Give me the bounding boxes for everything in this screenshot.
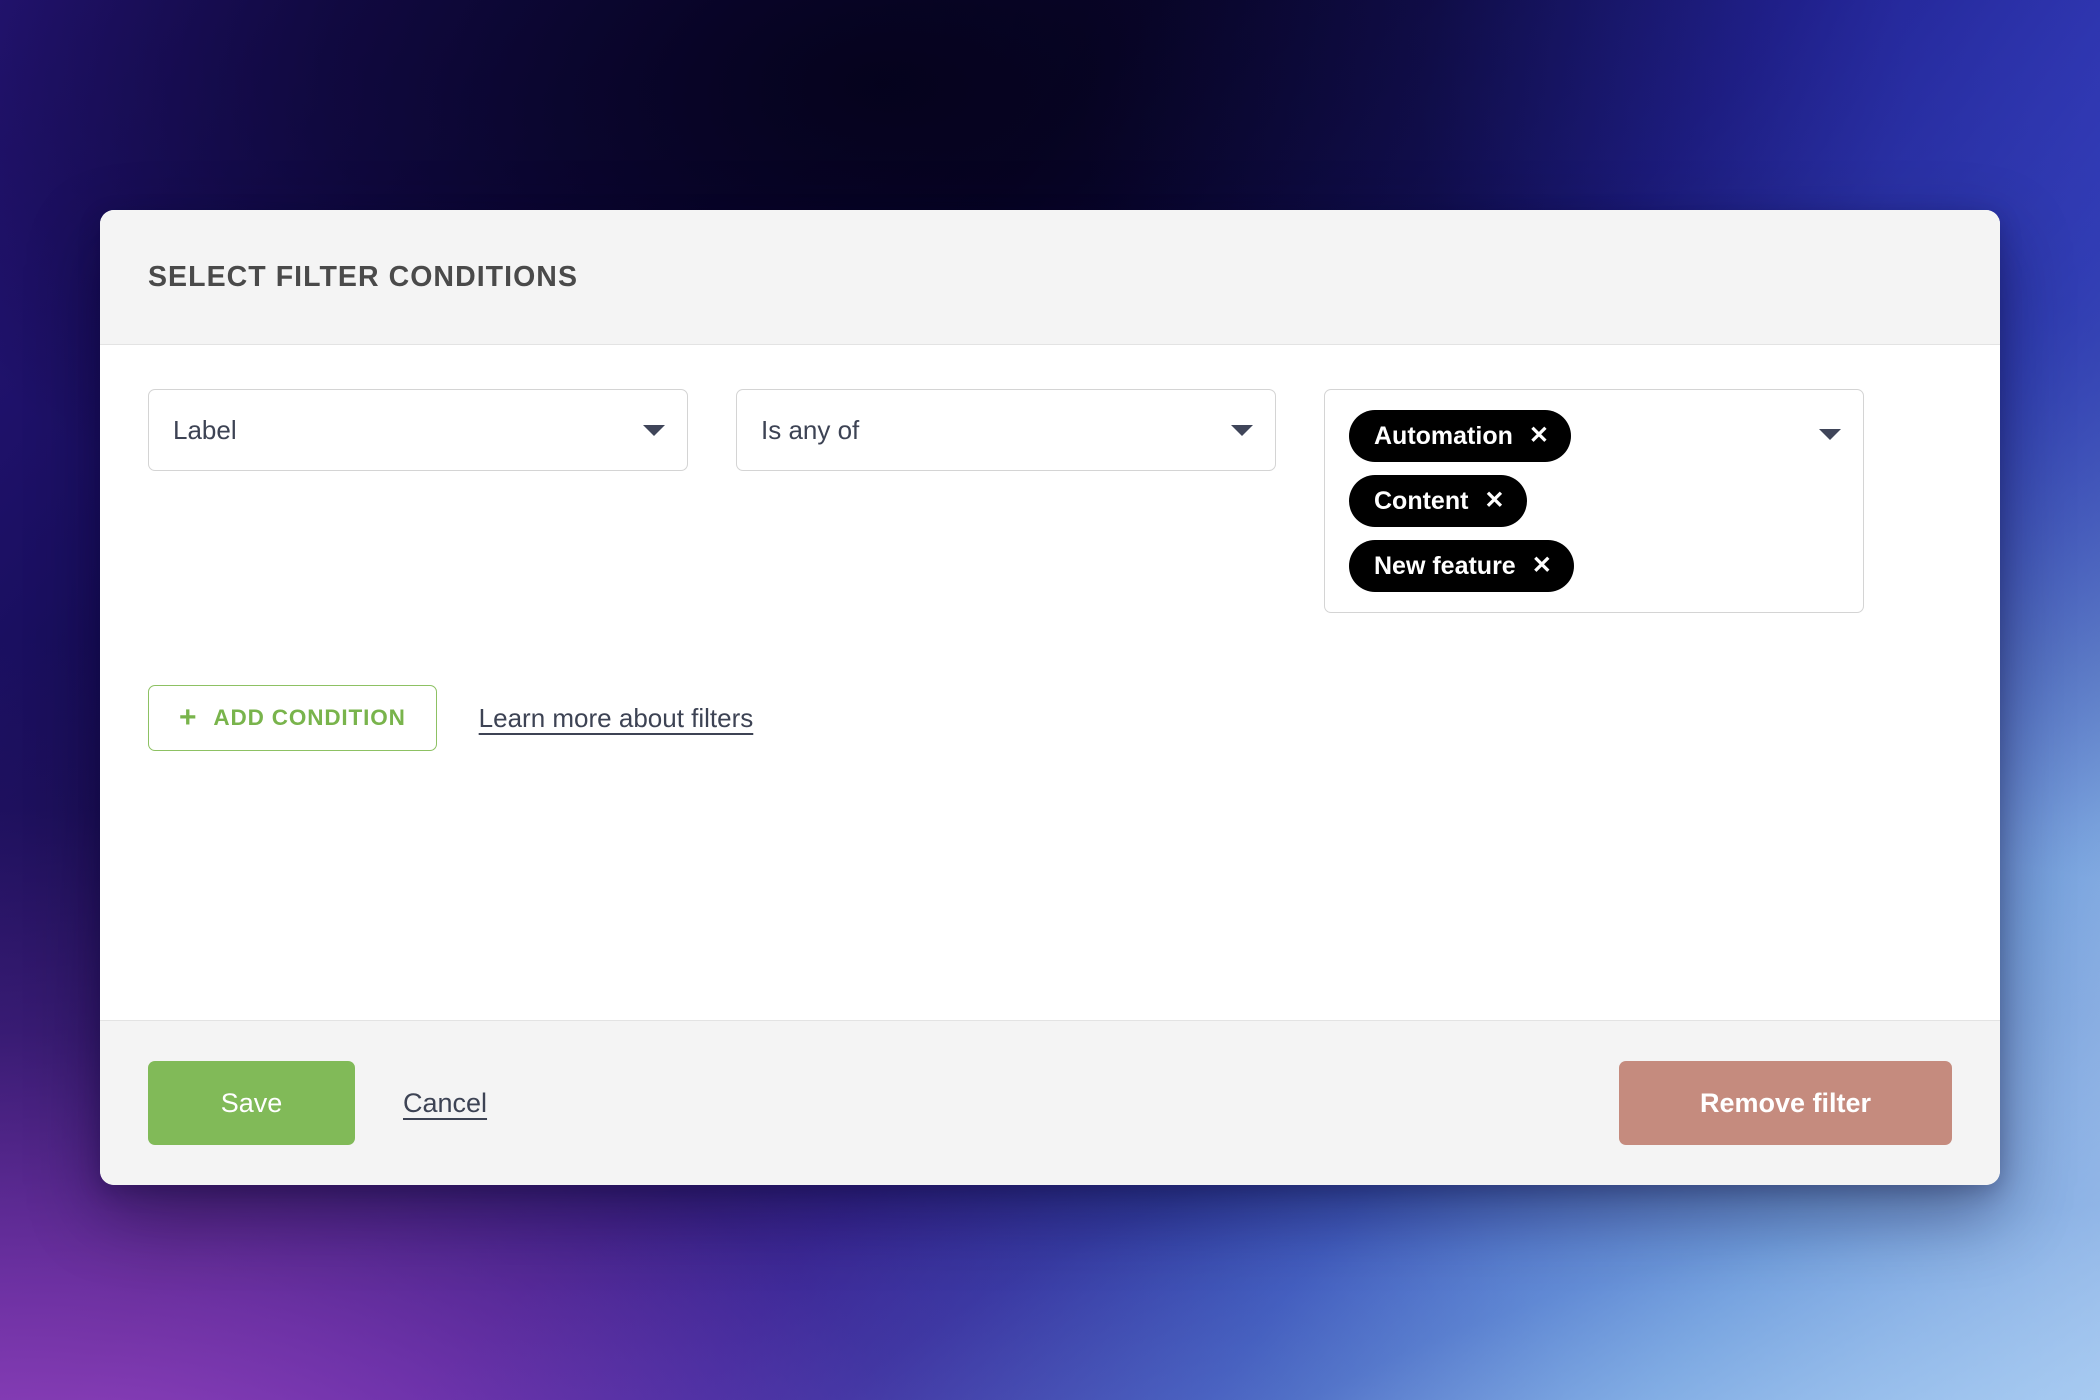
close-icon[interactable]: ✕: [1532, 554, 1552, 578]
filter-condition-row: Label Is any of Automation ✕ Content ✕ N…: [148, 389, 1952, 613]
list-item[interactable]: Content ✕: [1349, 475, 1527, 527]
filter-conditions-dialog: SELECT FILTER CONDITIONS Label Is any of…: [100, 210, 2000, 1185]
learn-more-about-filters-link[interactable]: Learn more about filters: [479, 703, 754, 734]
close-icon[interactable]: ✕: [1484, 489, 1504, 513]
remove-filter-button[interactable]: Remove filter: [1619, 1061, 1952, 1145]
dialog-footer: Save Cancel Remove filter: [100, 1020, 2000, 1185]
condition-actions: + ADD CONDITION Learn more about filters: [148, 685, 1952, 751]
chevron-down-icon: [643, 424, 665, 436]
filter-attribute-value: Label: [173, 414, 237, 445]
selected-tag-list: Automation ✕ Content ✕ New feature ✕: [1349, 410, 1805, 592]
dialog-header: SELECT FILTER CONDITIONS: [100, 210, 2000, 345]
list-item[interactable]: New feature ✕: [1349, 540, 1574, 592]
cancel-link[interactable]: Cancel: [403, 1088, 487, 1119]
dialog-body: Label Is any of Automation ✕ Content ✕ N…: [100, 345, 2000, 1020]
list-item[interactable]: Automation ✕: [1349, 410, 1571, 462]
close-icon[interactable]: ✕: [1529, 424, 1549, 448]
filter-operator-value: Is any of: [761, 414, 860, 445]
add-condition-button[interactable]: + ADD CONDITION: [148, 685, 437, 751]
filter-attribute-select[interactable]: Label: [148, 389, 688, 471]
page-title: SELECT FILTER CONDITIONS: [148, 260, 579, 293]
filter-operator-select[interactable]: Is any of: [736, 389, 1276, 471]
chevron-down-icon: [1819, 429, 1841, 440]
add-condition-label: ADD CONDITION: [213, 705, 406, 730]
tag-label: Content: [1374, 486, 1469, 515]
plus-icon: +: [179, 701, 198, 734]
tag-label: Automation: [1374, 421, 1513, 450]
filter-values-select[interactable]: Automation ✕ Content ✕ New feature ✕: [1324, 389, 1864, 613]
save-button[interactable]: Save: [148, 1061, 355, 1145]
chevron-down-icon: [1231, 424, 1253, 436]
tag-label: New feature: [1374, 551, 1516, 580]
